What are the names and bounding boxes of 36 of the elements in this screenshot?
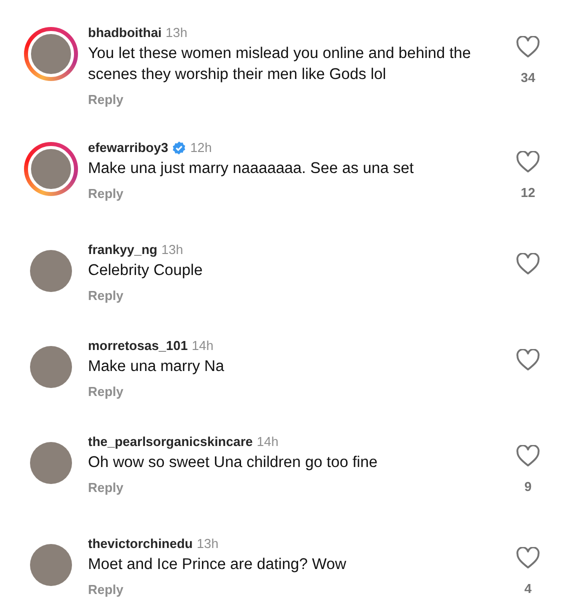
heart-icon[interactable] [516,349,540,371]
username[interactable]: efewarriboy3 [88,139,168,157]
avatar-ring[interactable] [24,142,78,196]
avatar-photo [30,346,72,388]
avatar-photo [28,31,74,77]
avatar-photo [30,250,72,292]
comment-text: Make una marry Na [88,357,226,377]
comment-text: Celebrity Couple [88,261,204,281]
comment-time: 13h [196,535,218,553]
comment-text: Oh wow so sweet Una children go too fine [88,453,378,473]
avatar-photo [30,442,72,484]
avatar-photo [28,146,74,192]
comment-text: Moet and Ice Prince are dating? Wow [88,555,348,575]
like-count: 9 [524,479,532,494]
username[interactable]: bhadboithai [88,24,162,42]
comment-time: 13h [161,241,184,259]
avatar-photo [30,544,72,586]
comment-time: 12h [190,139,212,157]
heart-icon[interactable] [516,547,540,569]
heart-icon[interactable] [516,253,540,275]
heart-icon[interactable] [516,36,540,58]
username[interactable]: the_pearlsorganicskincare [88,433,253,451]
heart-icon[interactable] [516,151,540,173]
like-count: 34 [520,70,536,85]
avatar-ring[interactable] [24,27,78,81]
comment-text: You let these women mislead you online and behind the scenes they worship their men like Gods lol [88,44,472,85]
like-count: 12 [520,185,536,200]
comment-time: 14h [256,433,278,451]
comment-text: Make una just marry naaaaaaa. See as una set [88,159,415,179]
comment-time: 13h [166,24,188,42]
username[interactable]: morretosas_101 [88,337,188,355]
username[interactable]: frankyy_ng [88,241,158,259]
like-count: 4 [524,581,532,596]
comment-time: 14h [192,337,214,355]
username[interactable]: thevictorchinedu [88,535,193,553]
heart-icon[interactable] [516,445,540,467]
